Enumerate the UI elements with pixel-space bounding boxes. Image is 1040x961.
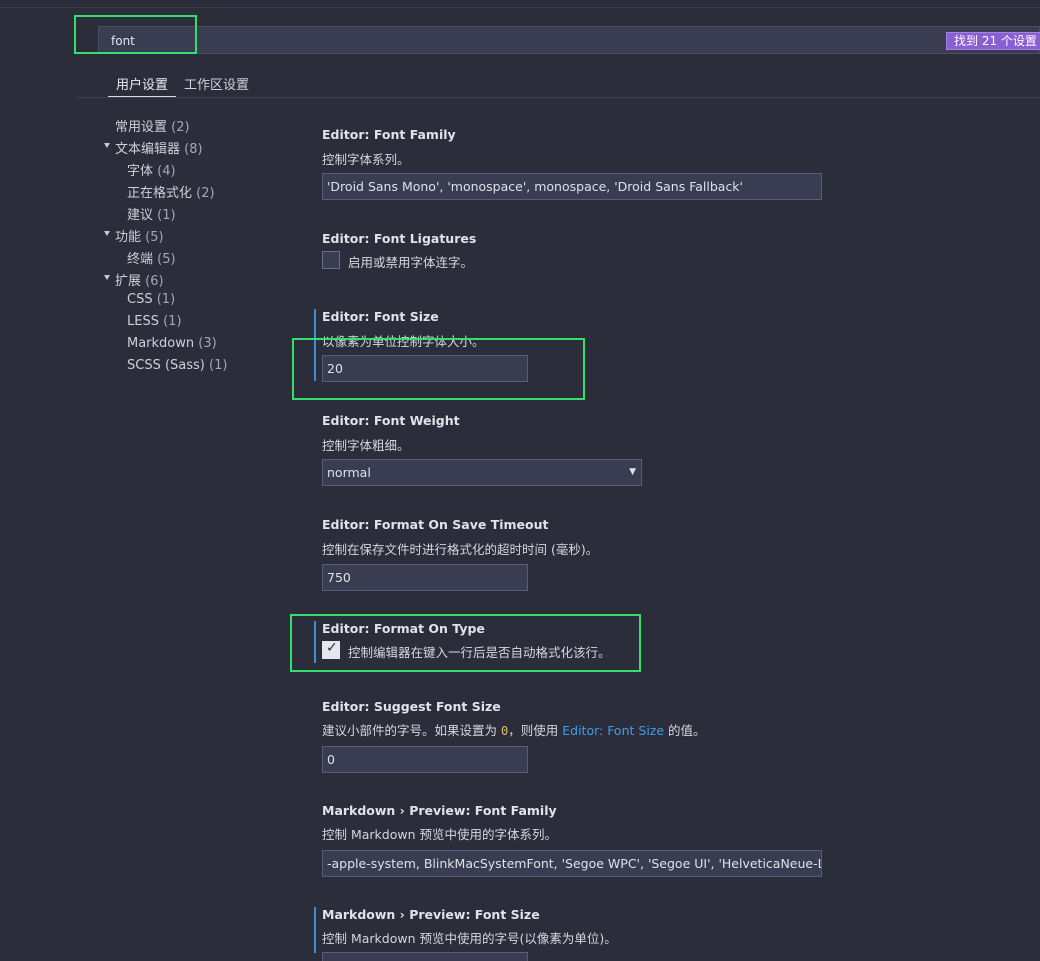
toc-item-label: 文本编辑器 — [115, 142, 181, 157]
modified-indicator — [314, 907, 316, 953]
toc-item-count: (1) — [163, 314, 182, 329]
setting-desc-font-size: 以像素为单位控制字体大小。 — [322, 334, 485, 349]
toc-item-text-editor[interactable]: 文本编辑器 (8) — [115, 138, 203, 157]
toc-item-css[interactable]: CSS (1) — [127, 292, 175, 307]
font-weight-select[interactable]: normal ▼ — [322, 459, 642, 486]
toc-item-label: 常用设置 — [115, 120, 168, 135]
format-on-type-label: 控制编辑器在键入一行后是否自动格式化该行。 — [348, 645, 611, 660]
setting-desc-format-on-save-timeout: 控制在保存文件时进行格式化的超时时间 (毫秒)。 — [322, 542, 599, 557]
format-on-type-checkbox[interactable]: ✓ — [322, 640, 340, 659]
toc-item-label: 正在格式化 — [127, 186, 193, 201]
suggest-font-size-input[interactable]: 0 — [322, 746, 528, 773]
setting-title-font-family: Editor: Font Family — [322, 127, 456, 142]
toc-item-less[interactable]: LESS (1) — [127, 314, 182, 329]
setting-title-format-on-type: Editor: Format On Type — [322, 621, 485, 636]
tabs-divider — [76, 97, 1040, 98]
toc-item-count: (1) — [209, 358, 228, 373]
editor-font-size-link[interactable]: Editor: Font Size — [562, 723, 664, 738]
toc-item-count: (6) — [145, 274, 164, 289]
tab-workspace-settings[interactable]: 工作区设置 — [184, 74, 249, 93]
toc-item-count: (3) — [198, 336, 217, 351]
setting-desc-suggest-font-size: 建议小部件的字号。如果设置为 0，则使用 Editor: Font Size 的… — [322, 720, 706, 739]
settings-search-bar[interactable] — [98, 26, 1040, 54]
font-size-input[interactable]: 20 — [322, 355, 528, 382]
toc-item-count: (1) — [157, 208, 176, 223]
window-top-strip — [0, 0, 1040, 8]
modified-indicator — [314, 309, 316, 381]
toc-item-count: (5) — [157, 252, 176, 267]
check-icon: ✓ — [326, 640, 338, 656]
toc-item-label: SCSS (Sass) — [127, 358, 205, 373]
font-ligatures-checkbox[interactable] — [322, 251, 340, 269]
toc-item-font[interactable]: 字体 (4) — [127, 160, 176, 179]
setting-title-md-preview-font-size: Markdown › Preview: Font Size — [322, 907, 540, 922]
font-ligatures-label: 启用或禁用字体连字。 — [348, 255, 474, 270]
toc-item-label: 终端 — [127, 252, 154, 267]
toc-item-count: (8) — [184, 142, 203, 157]
font-family-input[interactable]: 'Droid Sans Mono', 'monospace', monospac… — [322, 173, 822, 200]
expanded-triangle-icon[interactable] — [104, 231, 110, 236]
setting-desc-font-weight: 控制字体粗细。 — [322, 438, 410, 453]
modified-indicator — [314, 621, 316, 663]
tab-user-settings[interactable]: 用户设置 — [116, 74, 168, 93]
toc-item-features[interactable]: 功能 (5) — [115, 226, 164, 245]
font-weight-selected-value: normal — [327, 465, 371, 480]
search-result-count-badge: 找到 21 个设置 — [946, 32, 1040, 50]
toc-item-terminal[interactable]: 终端 (5) — [127, 248, 176, 267]
setting-desc-font-family: 控制字体系列。 — [322, 152, 410, 167]
toc-item-extensions[interactable]: 扩展 (6) — [115, 270, 164, 289]
toc-item-formatting[interactable]: 正在格式化 (2) — [127, 182, 215, 201]
desc-text: 建议小部件的字号。如果设置为 — [322, 723, 498, 738]
toc-item-label: 字体 — [127, 164, 154, 179]
setting-title-suggest-font-size: Editor: Suggest Font Size — [322, 699, 501, 714]
expanded-triangle-icon[interactable] — [104, 143, 110, 148]
toc-item-label: 建议 — [127, 208, 154, 223]
toc-item-count: (2) — [171, 120, 190, 135]
toc-item-count: (4) — [157, 164, 176, 179]
setting-title-md-preview-font-family: Markdown › Preview: Font Family — [322, 803, 557, 818]
desc-text: ，则使用 — [508, 723, 559, 738]
toc-item-label: LESS — [127, 314, 159, 329]
toc-item-label: Markdown — [127, 336, 195, 351]
chevron-down-icon: ▼ — [629, 467, 636, 477]
toc-item-common[interactable]: 常用设置 (2) — [115, 116, 190, 135]
toc-item-count: (1) — [156, 292, 176, 307]
toc-item-scss[interactable]: SCSS (Sass) (1) — [127, 358, 227, 373]
toc-item-suggestions[interactable]: 建议 (1) — [127, 204, 176, 223]
toc-item-count: (5) — [145, 230, 164, 245]
toc-item-label: 扩展 — [115, 274, 142, 289]
format-on-save-timeout-input[interactable]: 750 — [322, 564, 528, 591]
desc-text: 的值。 — [668, 723, 706, 738]
setting-title-font-size: Editor: Font Size — [322, 309, 439, 324]
setting-title-font-ligatures: Editor: Font Ligatures — [322, 231, 477, 246]
toc-item-count: (2) — [196, 186, 215, 201]
toc-item-markdown[interactable]: Markdown (3) — [127, 336, 217, 351]
toc-item-label: CSS — [127, 292, 153, 307]
setting-title-format-on-save-timeout: Editor: Format On Save Timeout — [322, 517, 549, 532]
toc-item-label: 功能 — [115, 230, 142, 245]
setting-title-font-weight: Editor: Font Weight — [322, 413, 460, 428]
setting-desc-md-preview-font-family: 控制 Markdown 预览中使用的字体系列。 — [322, 827, 557, 842]
settings-search-input[interactable] — [111, 31, 811, 51]
setting-desc-md-preview-font-size: 控制 Markdown 预览中使用的字号(以像素为单位)。 — [322, 931, 617, 946]
md-preview-font-family-input[interactable]: -apple-system, BlinkMacSystemFont, 'Sego… — [322, 850, 822, 877]
expanded-triangle-icon[interactable] — [104, 275, 110, 280]
md-preview-font-size-input[interactable] — [322, 952, 528, 961]
